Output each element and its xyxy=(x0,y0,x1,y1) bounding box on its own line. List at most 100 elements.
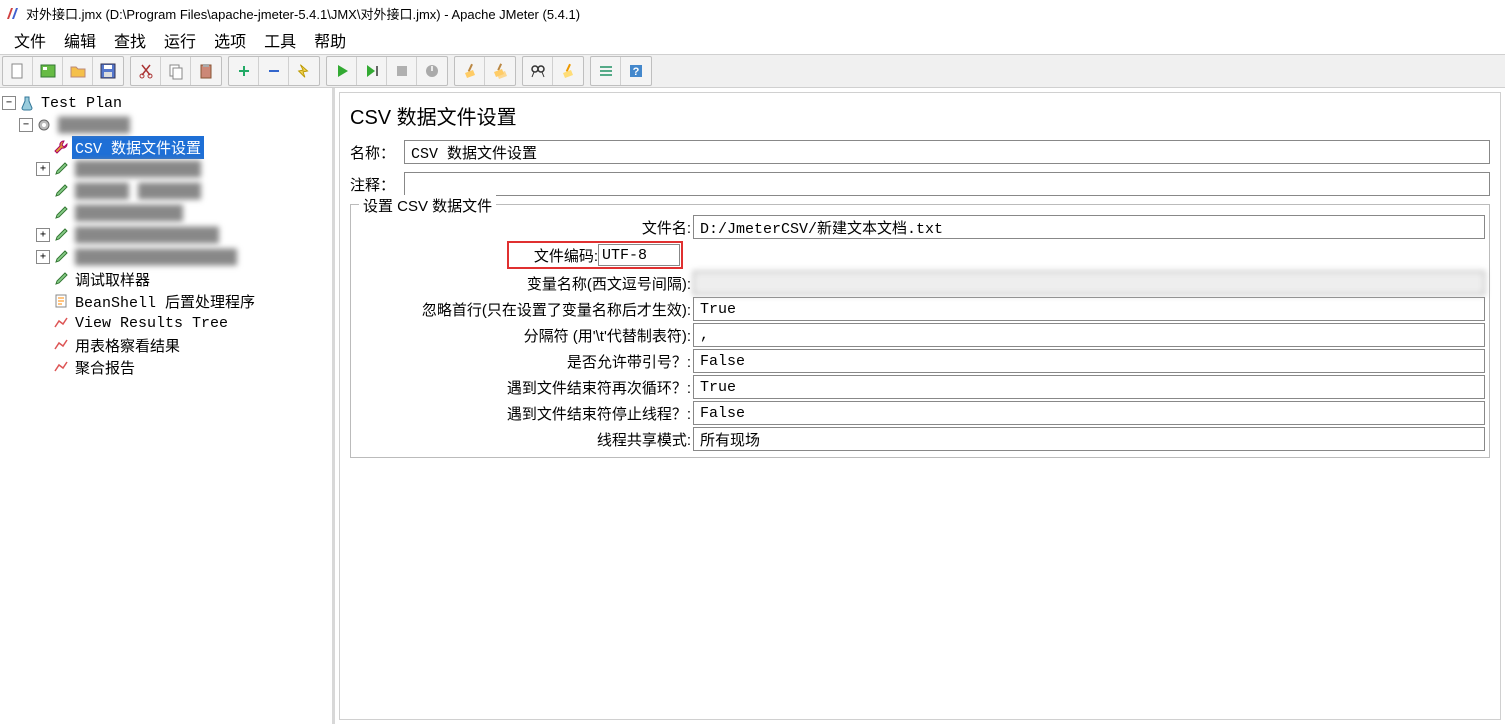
tb-function-helper[interactable] xyxy=(591,57,621,85)
tree-label-redacted: ██████ ███████ xyxy=(72,182,204,201)
tree-view-results-tree[interactable]: View Results Tree xyxy=(2,312,330,334)
window-title: 对外接口.jmx (D:\Program Files\apache-jmeter… xyxy=(26,4,580,23)
tree-toggle-icon[interactable]: − xyxy=(19,118,33,132)
tb-help[interactable]: ? xyxy=(621,57,651,85)
tb-start[interactable] xyxy=(327,57,357,85)
pencil-icon xyxy=(53,205,69,221)
menu-edit[interactable]: 编辑 xyxy=(56,26,104,54)
tb-cut[interactable] xyxy=(131,57,161,85)
tree-root[interactable]: − Test Plan xyxy=(2,92,330,114)
input-filename[interactable] xyxy=(693,215,1485,239)
tb-save[interactable] xyxy=(93,57,123,85)
svg-text:?: ? xyxy=(633,66,640,78)
label-comment: 注释： xyxy=(350,174,400,195)
row-ignore-first: 忽略首行(只在设置了变量名称后才生效): xyxy=(355,297,1485,321)
tree-panel[interactable]: − Test Plan − ████████ CSV 数据文件设置 + ██ xyxy=(0,88,335,724)
tb-templates[interactable] xyxy=(33,57,63,85)
row-stop: 遇到文件结束符停止线程？: xyxy=(355,401,1485,425)
pencil-icon xyxy=(53,227,69,243)
tree-label: BeanShell 后置处理程序 xyxy=(72,290,258,313)
tree-toggle-icon[interactable]: + xyxy=(36,228,50,242)
tree-toggle-icon[interactable]: + xyxy=(36,250,50,264)
tree-label-selected: CSV 数据文件设置 xyxy=(72,136,204,159)
input-name[interactable] xyxy=(404,140,1490,164)
tb-collapse[interactable] xyxy=(259,57,289,85)
row-share: 线程共享模式: xyxy=(355,427,1485,451)
tree-item[interactable]: + ██████████████ xyxy=(2,158,330,180)
chart-icon xyxy=(53,315,69,331)
tree-label: 用表格察看结果 xyxy=(72,334,183,357)
tb-paste[interactable] xyxy=(191,57,221,85)
tree-item[interactable]: ██████ ███████ xyxy=(2,180,330,202)
tb-open[interactable] xyxy=(63,57,93,85)
menu-search[interactable]: 查找 xyxy=(106,26,154,54)
input-share[interactable] xyxy=(693,427,1485,451)
tree-toggle-icon[interactable]: + xyxy=(36,162,50,176)
tree-label-redacted: ██████████████████ xyxy=(72,248,240,267)
chart-icon xyxy=(53,359,69,375)
menu-tools[interactable]: 工具 xyxy=(256,26,304,54)
label-filename: 文件名: xyxy=(642,220,693,237)
document-icon xyxy=(53,293,69,309)
input-comment[interactable] xyxy=(404,172,1490,196)
app-icon xyxy=(4,5,20,21)
tree-item[interactable]: ████████████ xyxy=(2,202,330,224)
titlebar: 对外接口.jmx (D:\Program Files\apache-jmeter… xyxy=(0,0,1505,26)
highlight-encoding: 文件编码: xyxy=(507,241,683,269)
input-ignore-first[interactable] xyxy=(693,297,1485,321)
tree-csv-config[interactable]: CSV 数据文件设置 xyxy=(2,136,330,158)
tree-aggregate-report[interactable]: 聚合报告 xyxy=(2,356,330,378)
input-delimiter[interactable] xyxy=(693,323,1485,347)
label-share: 线程共享模式: xyxy=(597,432,693,449)
input-encoding[interactable] xyxy=(598,244,680,266)
input-quoted[interactable] xyxy=(693,349,1485,373)
tb-search[interactable] xyxy=(523,57,553,85)
gear-icon xyxy=(36,117,52,133)
tb-start-no-timers[interactable] xyxy=(357,57,387,85)
pencil-icon xyxy=(53,183,69,199)
input-recycle[interactable] xyxy=(693,375,1485,399)
tb-copy[interactable] xyxy=(161,57,191,85)
tb-toggle[interactable] xyxy=(289,57,319,85)
label-name: 名称： xyxy=(350,142,400,163)
row-quoted: 是否允许带引号？: xyxy=(355,349,1485,373)
menu-options[interactable]: 选项 xyxy=(206,26,254,54)
tree-debug-sampler[interactable]: 调试取样器 xyxy=(2,268,330,290)
tb-reset-search[interactable] xyxy=(553,57,583,85)
fieldset-legend: 设置 CSV 数据文件 xyxy=(359,195,496,216)
tb-clear[interactable] xyxy=(455,57,485,85)
tree-item[interactable]: + ████████████████ xyxy=(2,224,330,246)
fieldset-csv: 设置 CSV 数据文件 文件名: 文件编码: 变量名称(西文逗号间隔): xyxy=(350,204,1490,458)
tree-thread-group[interactable]: − ████████ xyxy=(2,114,330,136)
label-ignore-first: 忽略首行(只在设置了变量名称后才生效): xyxy=(422,302,693,319)
input-varnames[interactable] xyxy=(693,271,1485,295)
tree-beanshell-post[interactable]: BeanShell 后置处理程序 xyxy=(2,290,330,312)
tree-label-redacted: ████████████████ xyxy=(72,226,222,245)
menu-help[interactable]: 帮助 xyxy=(306,26,354,54)
tree-label: 聚合报告 xyxy=(72,356,138,379)
row-varnames: 变量名称(西文逗号间隔): xyxy=(355,271,1485,295)
tb-expand[interactable] xyxy=(229,57,259,85)
tb-shutdown[interactable] xyxy=(417,57,447,85)
label-recycle: 遇到文件结束符再次循环？: xyxy=(507,380,693,397)
tb-new[interactable] xyxy=(3,57,33,85)
tree-label-redacted: ████████████ xyxy=(72,204,186,223)
row-comment: 注释： xyxy=(350,172,1490,196)
menu-file[interactable]: 文件 xyxy=(6,26,54,54)
row-encoding: 文件编码: xyxy=(355,241,1485,269)
label-varnames: 变量名称(西文逗号间隔): xyxy=(527,276,693,293)
tree-toggle-icon[interactable]: − xyxy=(2,96,16,110)
input-stop[interactable] xyxy=(693,401,1485,425)
pencil-icon xyxy=(53,161,69,177)
tree-label: Test Plan xyxy=(38,94,125,113)
tree-table-results[interactable]: 用表格察看结果 xyxy=(2,334,330,356)
tb-clear-all[interactable] xyxy=(485,57,515,85)
tree-label-redacted: ██████████████ xyxy=(72,160,204,179)
menu-run[interactable]: 运行 xyxy=(156,26,204,54)
editor-panel: CSV 数据文件设置 名称： 注释： 设置 CSV 数据文件 文件名: 文 xyxy=(339,92,1501,720)
row-filename: 文件名: xyxy=(355,215,1485,239)
toolbar: ? xyxy=(0,54,1505,88)
tree-item[interactable]: + ██████████████████ xyxy=(2,246,330,268)
wrench-icon xyxy=(53,139,69,155)
tb-stop[interactable] xyxy=(387,57,417,85)
